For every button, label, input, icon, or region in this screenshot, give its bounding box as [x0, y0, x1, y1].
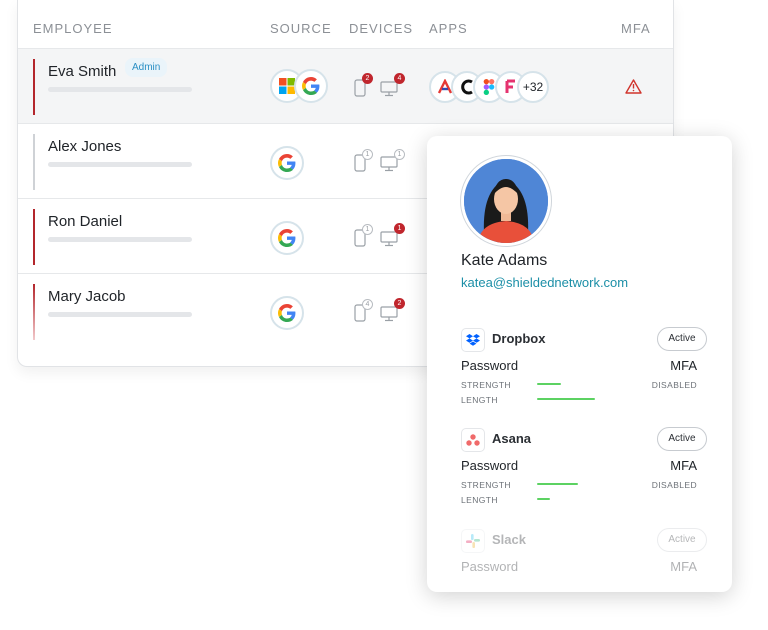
employee-placeholder-line [48, 162, 192, 167]
desktop-count-badge: 1 [394, 223, 405, 234]
password-label: Password [461, 358, 519, 373]
employee-name[interactable]: Eva Smith [48, 63, 116, 80]
header-mfa[interactable]: MFA [621, 21, 651, 36]
password-label: Password [461, 559, 519, 574]
employee-placeholder-line [48, 312, 192, 317]
header-source[interactable]: SOURCE [270, 21, 332, 36]
length-label: LENGTH [461, 395, 498, 405]
row-accent-bar [33, 59, 35, 115]
mobile-count-badge: 4 [362, 299, 373, 310]
row-accent-bar [33, 209, 35, 265]
mobile-device-icon[interactable]: 1 [354, 224, 373, 252]
mfa-label: MFA [670, 358, 697, 373]
admin-badge: Admin [125, 58, 168, 77]
more-apps-button[interactable]: +32 [517, 71, 549, 103]
length-bar [537, 398, 595, 400]
password-label: Password [461, 458, 519, 473]
row-accent-bar [33, 134, 35, 190]
service-name: Slack [492, 532, 526, 547]
mobile-count-badge: 1 [362, 149, 373, 160]
employee-placeholder-line [48, 87, 192, 92]
mobile-device-icon[interactable]: 2 [354, 73, 373, 102]
header-apps[interactable]: APPS [429, 21, 468, 36]
desktop-device-icon[interactable]: 4 [380, 73, 405, 102]
dropbox-icon [461, 328, 485, 352]
table-row[interactable]: Eva Smith Admin 2 4 +32 [18, 48, 673, 124]
slack-icon [461, 529, 485, 553]
strength-label: STRENGTH [461, 480, 511, 490]
desktop-device-icon[interactable]: 1 [380, 149, 405, 177]
profile-email-link[interactable]: katea@shieldednetwork.com [461, 275, 628, 290]
desktop-count-badge: 4 [394, 73, 405, 84]
employee-profile-card: Kate Adams katea@shieldednetwork.com Dro… [427, 136, 732, 592]
desktop-count-badge: 2 [394, 298, 405, 309]
google-icon [270, 296, 304, 330]
status-badge[interactable]: Active [657, 528, 707, 552]
length-bar [537, 498, 550, 500]
mfa-label: MFA [670, 559, 697, 574]
header-employee[interactable]: EMPLOYEE [33, 21, 113, 36]
strength-bar [537, 483, 578, 485]
status-badge[interactable]: Active [657, 327, 707, 351]
mobile-count-badge: 2 [362, 73, 373, 84]
mobile-count-badge: 1 [362, 224, 373, 235]
mfa-status: DISABLED [651, 380, 697, 390]
desktop-device-icon[interactable]: 2 [380, 298, 405, 327]
employee-name[interactable]: Alex Jones [48, 138, 121, 155]
mobile-device-icon[interactable]: 4 [354, 299, 373, 327]
employee-placeholder-line [48, 237, 192, 242]
warning-icon[interactable] [625, 79, 642, 99]
strength-label: STRENGTH [461, 380, 511, 390]
row-accent-bar [33, 284, 35, 340]
avatar [461, 156, 551, 246]
profile-name: Kate Adams [461, 252, 548, 269]
employee-name[interactable]: Ron Daniel [48, 213, 122, 230]
google-icon [270, 221, 304, 255]
service-name: Dropbox [492, 331, 546, 346]
google-icon [270, 146, 304, 180]
employee-name[interactable]: Mary Jacob [48, 288, 126, 305]
google-icon [294, 69, 328, 103]
desktop-count-badge: 1 [394, 149, 405, 160]
mobile-device-icon[interactable]: 1 [354, 149, 373, 177]
desktop-device-icon[interactable]: 1 [380, 223, 405, 252]
header-devices[interactable]: DEVICES [349, 21, 413, 36]
length-label: LENGTH [461, 495, 498, 505]
asana-icon [461, 428, 485, 452]
strength-bar [537, 383, 561, 385]
service-name: Asana [492, 431, 532, 446]
mfa-status: DISABLED [651, 480, 697, 490]
mfa-label: MFA [670, 458, 697, 473]
status-badge[interactable]: Active [657, 427, 707, 451]
